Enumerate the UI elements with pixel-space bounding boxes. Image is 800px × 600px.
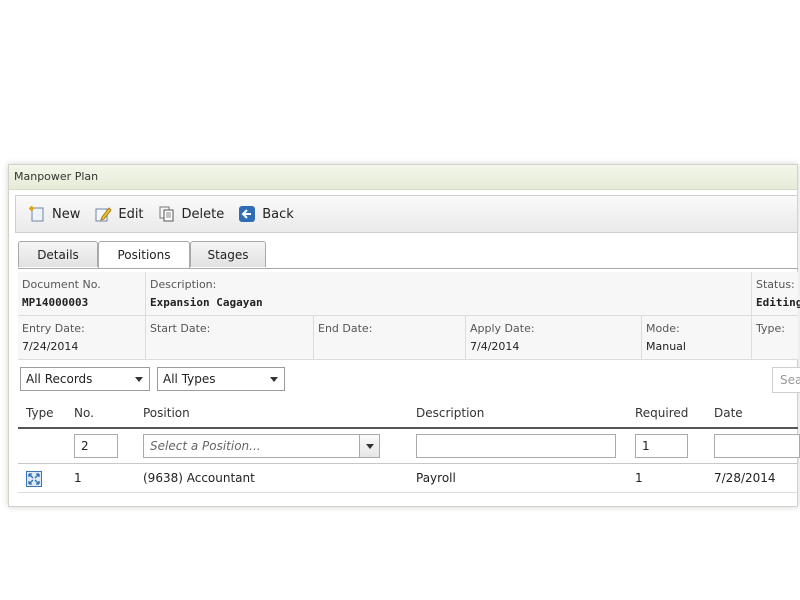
- edit-icon: [95, 207, 113, 222]
- column-required[interactable]: Required: [635, 406, 688, 420]
- date-input[interactable]: [714, 434, 800, 458]
- status-value: Editing: [756, 296, 800, 309]
- filter-bar: All Records All Types Search: [20, 367, 800, 393]
- new-button-label: New: [52, 206, 81, 222]
- column-position[interactable]: Position: [143, 406, 190, 420]
- type-cell: Type:: [752, 316, 800, 359]
- new-button[interactable]: New: [28, 205, 80, 223]
- status-cell: Status: Editing: [752, 272, 800, 315]
- row-required: 1: [635, 471, 643, 485]
- tab-details[interactable]: Details: [18, 241, 98, 267]
- chevron-down-icon: [135, 377, 143, 382]
- document-no-label: Document No.: [22, 278, 101, 291]
- status-label: Status:: [756, 278, 795, 291]
- info-row-1: Document No. MP14000003 Description: Exp…: [18, 272, 800, 316]
- delete-button[interactable]: Delete: [158, 205, 225, 223]
- chevron-down-icon: [366, 444, 374, 449]
- position-combo-input[interactable]: Select a Position...: [143, 434, 360, 458]
- document-no-cell: Document No. MP14000003: [18, 272, 146, 315]
- start-date-cell: Start Date:: [146, 316, 314, 359]
- chevron-down-icon: [270, 377, 278, 382]
- apply-date-value: 7/4/2014: [470, 340, 520, 353]
- records-filter-value: All Records: [26, 372, 93, 386]
- positions-grid: Type No. Position Description Required D…: [18, 400, 800, 493]
- expand-icon[interactable]: [26, 471, 42, 487]
- mode-value: Manual: [646, 340, 686, 353]
- column-type[interactable]: Type: [26, 406, 54, 420]
- row-date: 7/28/2014: [714, 471, 776, 485]
- info-row-2: Entry Date: 7/24/2014 Start Date: End Da…: [18, 316, 798, 360]
- mode-cell: Mode: Manual: [642, 316, 752, 359]
- document-no-value: MP14000003: [22, 296, 89, 309]
- column-date[interactable]: Date: [714, 406, 743, 420]
- edit-button-label: Edit: [118, 206, 144, 222]
- no-input[interactable]: 2: [74, 434, 118, 458]
- mode-label: Mode:: [646, 322, 680, 335]
- tab-stages-label: Stages: [207, 248, 249, 262]
- description-label: Description:: [150, 278, 217, 291]
- row-description: Payroll: [416, 471, 456, 485]
- end-date-label: End Date:: [318, 322, 373, 335]
- entry-date-cell: Entry Date: 7/24/2014: [18, 316, 146, 359]
- back-button-label: Back: [262, 206, 294, 222]
- tab-divider: [18, 268, 798, 269]
- end-date-cell: End Date:: [314, 316, 466, 359]
- required-input[interactable]: 1: [635, 434, 688, 458]
- types-filter-select[interactable]: All Types: [157, 367, 285, 391]
- column-description[interactable]: Description: [416, 406, 484, 420]
- edit-button[interactable]: Edit: [94, 205, 144, 223]
- grid-header: Type No. Position Description Required D…: [18, 400, 798, 429]
- row-position: (9638) Accountant: [143, 471, 255, 485]
- position-combo-button[interactable]: [360, 434, 380, 458]
- tab-positions-label: Positions: [117, 248, 171, 262]
- type-label: Type:: [756, 322, 785, 335]
- tab-positions[interactable]: Positions: [98, 241, 190, 268]
- grid-entry-row: 2 Select a Position... 1: [18, 429, 800, 464]
- table-row[interactable]: 1 (9638) Accountant Payroll 1 7/28/2014: [18, 464, 798, 493]
- tab-details-label: Details: [37, 248, 79, 262]
- tab-bar: Details Positions Stages: [18, 241, 800, 268]
- records-filter-select[interactable]: All Records: [20, 367, 150, 391]
- apply-date-label: Apply Date:: [470, 322, 535, 335]
- delete-document-icon: [159, 206, 174, 222]
- search-input[interactable]: Search: [772, 367, 800, 393]
- description-input[interactable]: [416, 434, 616, 458]
- delete-button-label: Delete: [181, 206, 225, 222]
- start-date-label: Start Date:: [150, 322, 211, 335]
- row-no: 1: [74, 471, 82, 485]
- entry-date-label: Entry Date:: [22, 322, 85, 335]
- back-arrow-icon: [239, 206, 256, 222]
- column-no[interactable]: No.: [74, 406, 94, 420]
- apply-date-cell: Apply Date: 7/4/2014: [466, 316, 642, 359]
- tab-stages[interactable]: Stages: [190, 241, 266, 267]
- types-filter-value: All Types: [163, 372, 216, 386]
- description-cell: Description: Expansion Cagayan: [146, 272, 752, 315]
- plan-info: Document No. MP14000003 Description: Exp…: [18, 272, 800, 360]
- back-button[interactable]: Back: [238, 205, 294, 223]
- new-document-icon: [29, 206, 44, 222]
- entry-date-value: 7/24/2014: [22, 340, 79, 353]
- panel-title: Manpower Plan: [9, 165, 797, 190]
- description-value: Expansion Cagayan: [150, 296, 263, 309]
- search-placeholder: Search: [780, 373, 800, 387]
- toolbar: New Edit Delete Back: [15, 195, 797, 233]
